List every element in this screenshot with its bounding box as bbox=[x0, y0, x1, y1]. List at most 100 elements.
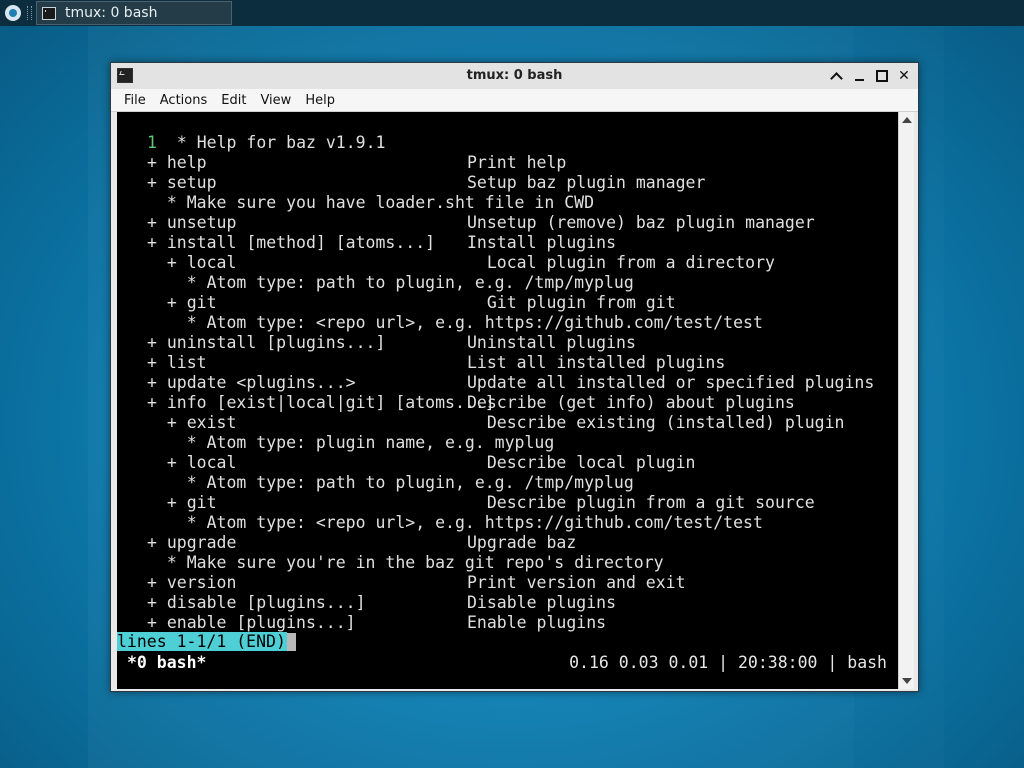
terminal-output: 1 * Help for baz v1.9.1 + help Print help +… bbox=[117, 133, 898, 633]
terminal-line: * Atom type: plugin name, e.g. myplug bbox=[117, 433, 898, 453]
terminal-line-description: Install plugins bbox=[467, 233, 617, 252]
terminal-line-description: Git plugin from git bbox=[467, 293, 676, 312]
terminal-line-description: Describe existing (installed) plugin bbox=[467, 413, 845, 432]
terminal-line: + info [exist|local|git] [atoms...] Descr… bbox=[117, 393, 898, 413]
minimize-icon bbox=[854, 78, 864, 81]
menu-file[interactable]: File bbox=[118, 93, 152, 108]
taskbar-handle bbox=[27, 6, 32, 20]
terminal-line-command: + unsetup bbox=[147, 213, 237, 232]
terminal-line: * Atom type: <repo url>, e.g. https://gi… bbox=[117, 313, 898, 333]
chevron-up-icon bbox=[829, 71, 843, 85]
terminal-line-description: Upgrade baz bbox=[467, 533, 577, 552]
terminal-line: * Atom type: <repo url>, e.g. https://gi… bbox=[117, 513, 898, 533]
terminal-line-description: Describe local plugin bbox=[467, 453, 696, 472]
pager-status-line: lines 1-1/1 (END) bbox=[117, 632, 296, 652]
terminal-line-command: + local bbox=[147, 253, 237, 272]
terminal-line-command: * Atom type: path to plugin, e.g. /tmp/m… bbox=[147, 473, 634, 492]
terminal-line: + help Print help bbox=[117, 153, 898, 173]
terminal-line-command: + version bbox=[147, 573, 237, 592]
terminal-line-description: Uninstall plugins bbox=[467, 333, 636, 352]
terminal-line-description: Describe plugin from a git source bbox=[467, 493, 815, 512]
terminal-line: + install [method] [atoms...] Install plu… bbox=[117, 233, 898, 253]
maximize-icon bbox=[876, 70, 888, 82]
terminal-line: + list List all installed plugins bbox=[117, 353, 898, 373]
line-number: 1 bbox=[147, 133, 157, 152]
terminal-scrollbar[interactable] bbox=[898, 112, 914, 689]
terminal-line: + exist Describe existing (installed) pl… bbox=[117, 413, 898, 433]
tmux-window-name[interactable]: *0 bash* bbox=[127, 652, 206, 674]
terminal-line-description: Disable plugins bbox=[467, 593, 617, 612]
close-button[interactable]: ✕ bbox=[895, 67, 913, 85]
terminal-line: + disable [plugins...] Disable plugins bbox=[117, 593, 898, 613]
terminal-line-description: Print help bbox=[467, 153, 567, 172]
terminal-line: + update <plugins...> Update all installe… bbox=[117, 373, 898, 393]
taskbar-task-button[interactable]: tmux: 0 bash bbox=[36, 1, 232, 25]
terminal-line: * Atom type: path to plugin, e.g. /tmp/m… bbox=[117, 273, 898, 293]
menu-help[interactable]: Help bbox=[299, 93, 341, 108]
terminal-line-command: + list bbox=[147, 353, 207, 372]
terminal-line: * Atom type: path to plugin, e.g. /tmp/m… bbox=[117, 473, 898, 493]
terminal-line: * Make sure you're in the baz git repo's… bbox=[117, 553, 898, 573]
menu-view[interactable]: View bbox=[254, 93, 297, 108]
terminal-line-command: + enable [plugins...] bbox=[147, 613, 356, 632]
scroll-down-arrow-icon[interactable] bbox=[902, 678, 912, 684]
terminal-line: + version Print version and exit bbox=[117, 573, 898, 593]
terminal-line-command: + git bbox=[147, 293, 217, 312]
terminal-line-description: Setup baz plugin manager bbox=[467, 173, 706, 192]
terminal-line-description: Describe (get info) about plugins bbox=[467, 393, 795, 412]
menu-bar: File Actions Edit View Help bbox=[111, 89, 918, 112]
close-icon: ✕ bbox=[898, 68, 910, 84]
terminal-line-command: + uninstall [plugins...] bbox=[147, 333, 386, 352]
terminal-line-command: + install [method] [atoms...] bbox=[147, 233, 436, 252]
terminal-line: + git Describe plugin from a git source bbox=[117, 493, 898, 513]
terminal-line-description: Update all installed or specified plugin… bbox=[467, 373, 875, 392]
terminal-line-command: * Atom type: <repo url>, e.g. https://gi… bbox=[147, 513, 763, 532]
menu-actions[interactable]: Actions bbox=[154, 93, 214, 108]
minimize-button[interactable] bbox=[850, 67, 868, 85]
taskbar-task-label: tmux: 0 bash bbox=[65, 5, 158, 21]
terminal-line-command: + git bbox=[147, 493, 217, 512]
taskbar: tmux: 0 bash bbox=[0, 0, 1024, 26]
scroll-up-arrow-icon[interactable] bbox=[902, 117, 912, 123]
keep-above-button[interactable] bbox=[827, 67, 845, 85]
terminal-line: + git Git plugin from git bbox=[117, 293, 898, 313]
terminal-line: + local Local plugin from a directory bbox=[117, 253, 898, 273]
terminal-screen[interactable]: 1 * Help for baz v1.9.1 + help Print help +… bbox=[117, 112, 898, 689]
maximize-button[interactable] bbox=[873, 67, 891, 85]
terminal-line-description: Unsetup (remove) baz plugin manager bbox=[467, 213, 815, 232]
terminal-line-command: + upgrade bbox=[147, 533, 237, 552]
cursor bbox=[286, 633, 296, 651]
pager-status-text: lines 1-1/1 (END) bbox=[117, 632, 287, 651]
terminal-line-command: * Make sure you're in the baz git repo's… bbox=[147, 553, 664, 572]
terminal-line-description: Print version and exit bbox=[467, 573, 686, 592]
tmux-status-right: 0.16 0.03 0.01 | 20:38:00 | bash bbox=[569, 653, 887, 672]
tmux-status-bar: *0 bash* 0.16 0.03 0.01 | 20:38:00 | bas… bbox=[117, 652, 898, 674]
terminal-line-command: + info [exist|local|git] [atoms...] bbox=[147, 393, 495, 412]
terminal-line-command: + setup bbox=[147, 173, 217, 192]
terminal-line-description: Local plugin from a directory bbox=[467, 253, 775, 272]
terminal-line-command: * Help for baz v1.9.1 bbox=[157, 133, 386, 152]
terminal-line-command: + local bbox=[147, 453, 237, 472]
terminal-icon bbox=[42, 6, 56, 20]
terminal-line: + enable [plugins...] Enable plugins bbox=[117, 613, 898, 633]
application-menu-icon[interactable] bbox=[5, 5, 21, 21]
terminal-line: + unsetup Unsetup (remove) baz plugin man… bbox=[117, 213, 898, 233]
terminal-line-command: * Make sure you have loader.sht file in … bbox=[147, 193, 595, 212]
terminal-line-description: List all installed plugins bbox=[467, 353, 726, 372]
terminal-line: + upgrade Upgrade baz bbox=[117, 533, 898, 553]
window-title: tmux: 0 bash bbox=[466, 68, 563, 83]
terminal-line: + local Describe local plugin bbox=[117, 453, 898, 473]
terminal-window: tmux: 0 bash ✕ File Actions Edit View He… bbox=[110, 62, 919, 692]
menu-edit[interactable]: Edit bbox=[215, 93, 252, 108]
terminal-line-command: + exist bbox=[147, 413, 237, 432]
terminal-line: * Make sure you have loader.sht file in … bbox=[117, 193, 898, 213]
terminal-line-command: * Atom type: <repo url>, e.g. https://gi… bbox=[147, 313, 763, 332]
window-titlebar[interactable]: tmux: 0 bash ✕ bbox=[111, 63, 918, 89]
terminal-line-command: * Atom type: path to plugin, e.g. /tmp/m… bbox=[147, 273, 634, 292]
terminal-line: + uninstall [plugins...] Uninstall plugin… bbox=[117, 333, 898, 353]
terminal-line-command: * Atom type: plugin name, e.g. myplug bbox=[147, 433, 555, 452]
terminal-line: + setup Setup baz plugin manager bbox=[117, 173, 898, 193]
terminal-line: 1 * Help for baz v1.9.1 bbox=[117, 133, 898, 153]
terminal-line-command: + help bbox=[147, 153, 207, 172]
terminal-line-command: + update <plugins...> bbox=[147, 373, 356, 392]
